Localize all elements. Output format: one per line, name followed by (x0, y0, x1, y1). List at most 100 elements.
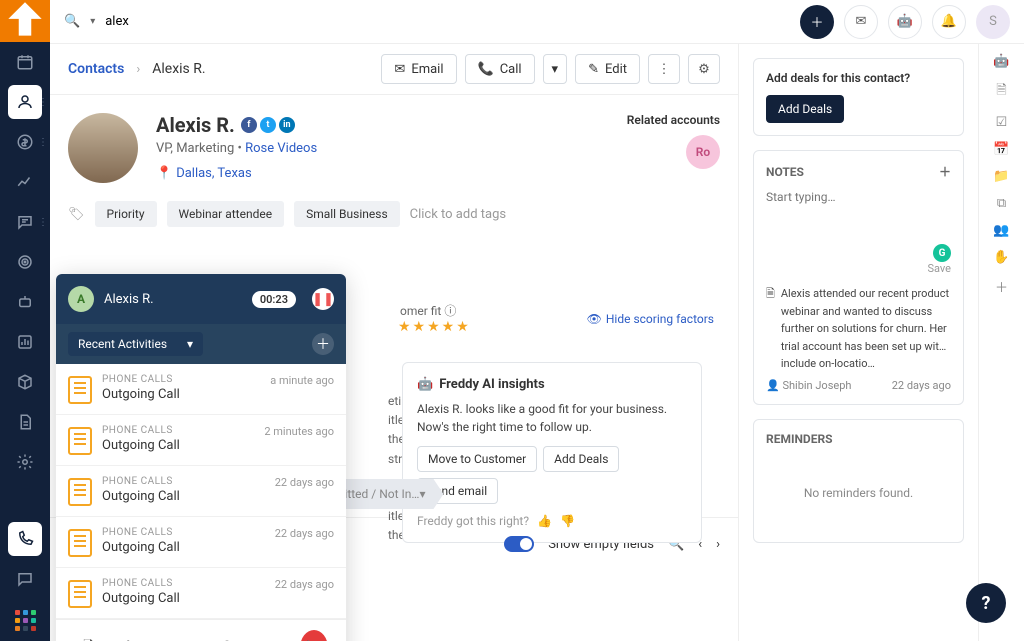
contact-name: Alexis R. (156, 113, 235, 137)
call-timer: 00:23 (252, 291, 296, 308)
nav-documents[interactable] (8, 405, 42, 439)
hide-scoring-link[interactable]: 👁 Hide scoring factors (587, 312, 714, 326)
rail-freddy-icon[interactable]: 🤖 (993, 54, 1009, 69)
call-button[interactable]: 📞 Call (465, 54, 535, 84)
caller-avatar: A (68, 286, 94, 312)
note-when: 22 days ago (892, 379, 951, 392)
call-activity-list: PHONE CALLSOutgoing Calla minute ago PHO… (56, 364, 346, 619)
pause-icon[interactable]: ❚❚ (312, 288, 334, 310)
search-icon[interactable]: 🔍 (64, 14, 80, 29)
left-nav: ⋮ ⋮ ⋮ (0, 0, 50, 641)
rail-calendar-icon[interactable]: 📅 (993, 142, 1009, 157)
add-tag[interactable]: Click to add tags (410, 207, 506, 222)
note-icon (68, 376, 92, 404)
tag-icon: 🏷 (68, 207, 85, 222)
call-widget: A Alexis R. 00:23 ❚❚ Recent Activities▾ … (56, 274, 346, 641)
customer-fit-stars: ★★★★★ (398, 319, 471, 335)
deals-title: Add deals for this contact? (766, 71, 951, 85)
note-text[interactable]: Alexis attended our recent product webin… (781, 285, 951, 373)
thumbs-down-icon[interactable]: 👎 (560, 514, 575, 528)
breadcrumb-contacts[interactable]: Contacts (68, 61, 124, 77)
contact-avatar (68, 113, 138, 183)
rail-hand-icon[interactable]: ✋ (993, 250, 1009, 265)
add-activity-button[interactable]: ＋ (312, 333, 334, 355)
app-switcher[interactable] (0, 599, 50, 641)
add-note-icon[interactable]: ＋ (939, 163, 951, 180)
email-button[interactable]: ✉ Email (381, 54, 456, 84)
move-to-customer-button[interactable]: Move to Customer (417, 446, 537, 472)
note-icon (68, 478, 92, 506)
edit-button[interactable]: ✎ Edit (575, 54, 640, 84)
help-button[interactable]: ? (966, 583, 1006, 623)
related-account-badge[interactable]: Ro (686, 135, 720, 169)
nav-conversations[interactable]: ⋮ (8, 205, 42, 239)
nav-reports[interactable] (8, 325, 42, 359)
rail-file-icon[interactable]: 🗎 (996, 81, 1006, 103)
nav-settings[interactable] (8, 445, 42, 479)
linkedin-icon[interactable]: in (279, 117, 295, 133)
customize-icon[interactable]: ⚙ (688, 54, 720, 84)
freddy-body: Alexis R. looks like a good fit for your… (417, 400, 687, 436)
call-dropdown[interactable]: ▾ (543, 54, 568, 84)
call-row[interactable]: PHONE CALLSOutgoing Calla minute ago (56, 364, 346, 415)
more-menu[interactable]: ⋮ (648, 54, 680, 84)
recent-activities-dropdown[interactable]: Recent Activities▾ (68, 332, 203, 356)
note-icon (68, 427, 92, 455)
freddy-icon[interactable]: 🤖 (888, 5, 922, 39)
rail-folder-icon[interactable]: 📁 (993, 169, 1009, 184)
notes-icon[interactable]: 🗎 (75, 637, 103, 641)
add-deals-button[interactable]: Add Deals (766, 95, 844, 123)
search-scope-dropdown[interactable]: ▾ (90, 16, 95, 27)
add-new-button[interactable]: ＋ (800, 5, 834, 39)
rail-add-icon[interactable]: ＋ (995, 277, 1008, 296)
tag-item[interactable]: Priority (95, 201, 157, 227)
inbox-icon[interactable]: ✉ (844, 5, 878, 39)
reminders-heading: REMINDERS (766, 432, 833, 446)
twitter-icon[interactable]: t (260, 117, 276, 133)
location-link[interactable]: Dallas, Texas (176, 166, 252, 181)
notes-heading: NOTES (766, 165, 804, 179)
deals-card: Add deals for this contact? Add Deals (753, 58, 964, 136)
nav-contacts[interactable]: ⋮ (8, 85, 42, 119)
grammarly-icon: G (933, 244, 951, 262)
nav-deals[interactable]: ⋮ (8, 125, 42, 159)
search-input[interactable] (105, 14, 305, 29)
note-author: 👤 Shibin Joseph (766, 379, 851, 392)
tag-item[interactable]: Webinar attendee (167, 201, 285, 227)
note-input[interactable] (766, 190, 951, 240)
nav-analytics[interactable] (8, 165, 42, 199)
call-row[interactable]: PHONE CALLSOutgoing Call22 days ago (56, 466, 346, 517)
freddy-icon: 🤖 (417, 377, 433, 392)
hangup-button[interactable]: 📞 (300, 630, 328, 641)
nav-chat[interactable] (8, 562, 42, 596)
show-empty-toggle[interactable] (504, 536, 534, 552)
notifications-icon[interactable]: 🔔 (932, 5, 966, 39)
add-deals-button[interactable]: Add Deals (543, 446, 619, 472)
tag-item[interactable]: Small Business (294, 201, 400, 227)
chevron-right-icon: › (136, 62, 140, 77)
nav-calendar[interactable] (8, 45, 42, 79)
breadcrumb-current: Alexis R. (152, 61, 205, 77)
call-row[interactable]: PHONE CALLSOutgoing Call22 days ago (56, 568, 346, 619)
rail-task-icon[interactable]: ☑ (996, 115, 1008, 130)
rail-people-icon[interactable]: 👥 (993, 223, 1009, 238)
call-row[interactable]: PHONE CALLSOutgoing Call2 minutes ago (56, 415, 346, 466)
save-note-button[interactable]: Save (766, 262, 951, 275)
next-icon[interactable]: › (716, 537, 720, 552)
rail-copy-icon[interactable]: ⧉ (997, 196, 1006, 211)
thumbs-up-icon[interactable]: 👍 (537, 514, 552, 528)
related-accounts-label: Related accounts (627, 113, 720, 127)
nav-phone[interactable] (8, 522, 42, 556)
company-link[interactable]: Rose Videos (245, 141, 317, 156)
notes-card: NOTES ＋ G Save 🗎Alexis attended our recen… (753, 150, 964, 405)
note-icon: 🗎 (766, 285, 775, 373)
call-row[interactable]: PHONE CALLSOutgoing Call22 days ago (56, 517, 346, 568)
note-icon (68, 529, 92, 557)
nav-products[interactable] (8, 365, 42, 399)
facebook-icon[interactable]: f (241, 117, 257, 133)
user-avatar[interactable]: S (976, 5, 1010, 39)
nav-goals[interactable] (8, 245, 42, 279)
breadcrumb: Contacts › Alexis R. ✉ Email 📞 Call ▾ ✎ … (50, 44, 738, 95)
app-logo[interactable] (0, 0, 50, 42)
nav-bot[interactable] (8, 285, 42, 319)
